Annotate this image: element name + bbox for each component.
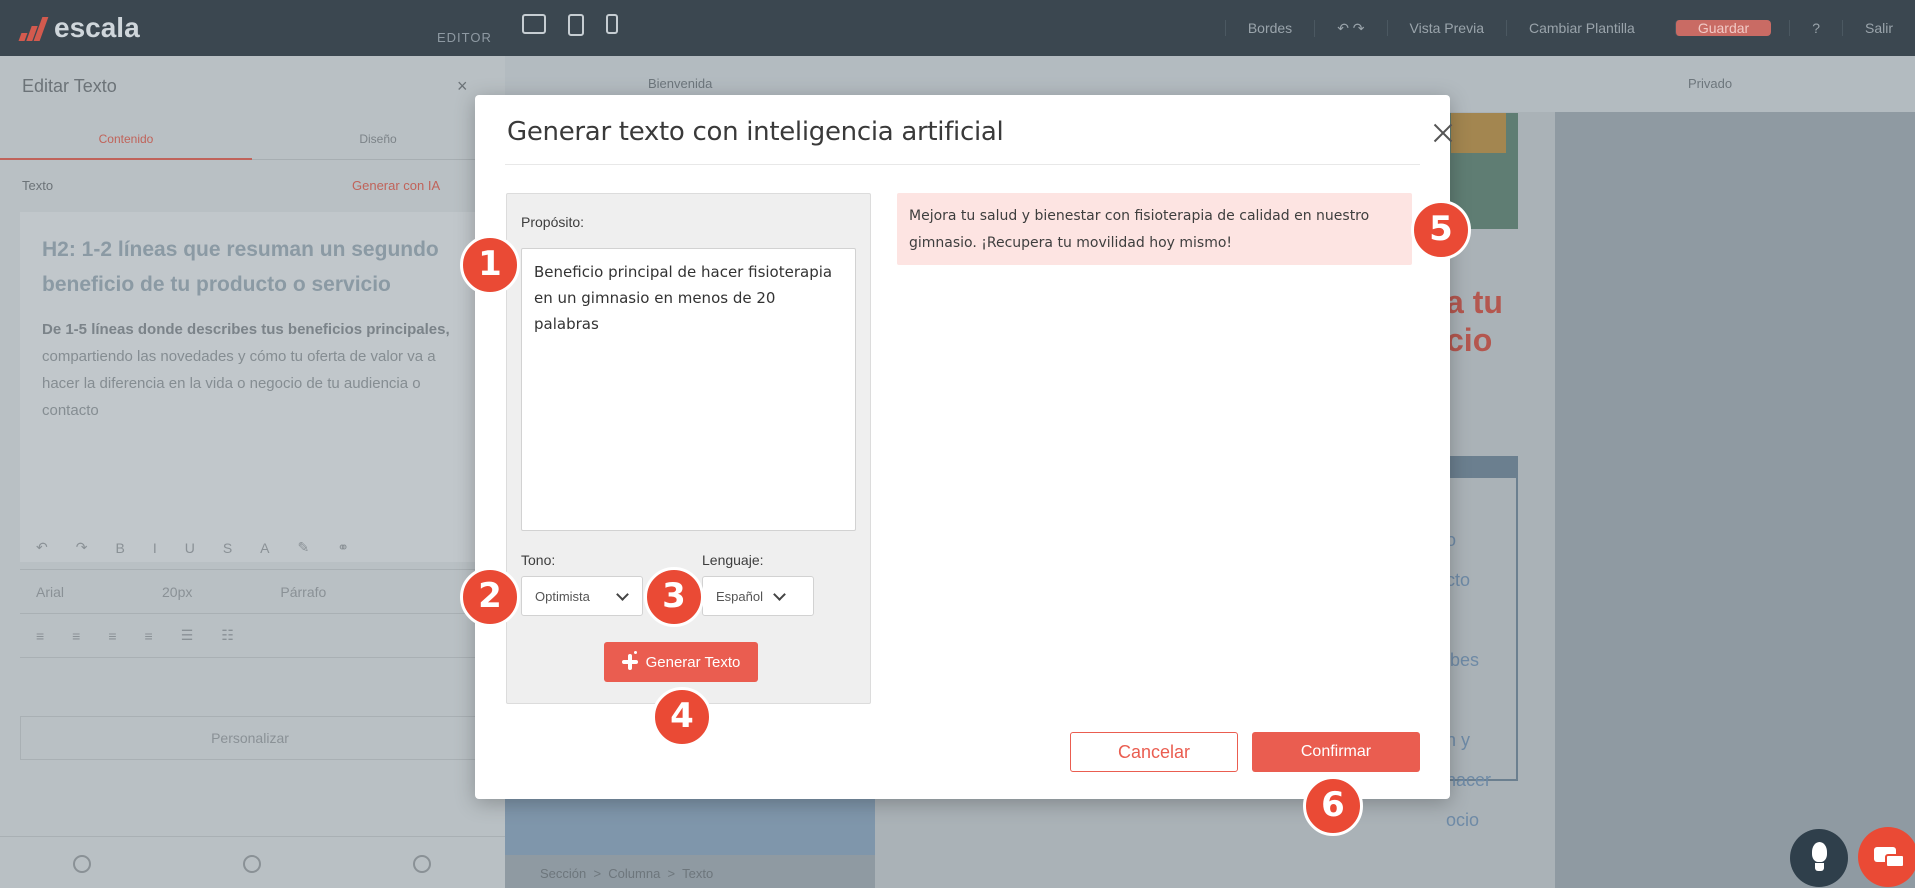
undo-redo[interactable]: ↶ ↷	[1314, 19, 1386, 37]
bold-icon[interactable]: B	[115, 540, 124, 556]
customize-button[interactable]: Personalizar	[20, 716, 480, 760]
edit-text-panel: Editar Texto × Contenido Diseño Texto Ge…	[0, 56, 505, 888]
logo: escala	[18, 12, 140, 44]
page-heading-fragment-2: cio	[1446, 322, 1493, 358]
page-name: Bienvenida	[648, 76, 713, 91]
cancel-button[interactable]: Cancelar	[1070, 732, 1238, 772]
help-icon[interactable]: ?	[1789, 20, 1842, 36]
mobile-icon[interactable]	[606, 14, 618, 34]
justify-icon[interactable]: ≡	[145, 628, 153, 644]
italic-icon[interactable]: I	[153, 540, 157, 556]
underline-icon[interactable]: U	[185, 540, 195, 556]
toolbar-row-3: ≡ ≡ ≡ ≡ ☰ ☷	[20, 614, 480, 658]
chevron-down-icon	[616, 588, 629, 601]
editor-heading: H2: 1-2 líneas que resuman un segundo be…	[42, 238, 439, 296]
settings-icon[interactable]	[243, 855, 261, 873]
close-icon[interactable]	[1432, 122, 1454, 144]
tone-label: Tono:	[521, 552, 556, 568]
modal-header: Generar texto con inteligencia artificia…	[505, 95, 1420, 165]
page-box-text: o cto ibes n y hacer ocio	[1446, 530, 1492, 830]
toolbar-row-2: Arial 20px Párrafo	[20, 570, 480, 614]
align-left-icon[interactable]: ≡	[36, 628, 44, 644]
tablet-icon[interactable]	[568, 14, 584, 36]
page-heading-fragment-1: a tu	[1446, 284, 1503, 320]
generate-text-button[interactable]: Generar Texto	[604, 642, 758, 682]
step-marker-6: 6	[1303, 776, 1363, 836]
paragraph-select[interactable]: Párrafo	[280, 584, 326, 600]
ordered-list-icon[interactable]: ☷	[221, 627, 234, 644]
top-bar: escala EDITOR Bordes ↶ ↷ Vista Previa Ca…	[0, 0, 1915, 56]
font-size-select[interactable]: 20px	[162, 584, 192, 600]
save-button[interactable]: Guardar	[1674, 20, 1772, 36]
exit-button[interactable]: Salir	[1841, 20, 1915, 36]
tab-design[interactable]: Diseño	[252, 132, 504, 146]
top-nav: Bordes ↶ ↷ Vista Previa Cambiar Plantill…	[1224, 0, 1915, 56]
visibility-status[interactable]: Privado	[1688, 76, 1732, 91]
logo-mark-icon	[18, 15, 49, 41]
desktop-icon[interactable]	[522, 14, 546, 34]
sparkle-icon	[621, 651, 638, 670]
language-select[interactable]: Español	[702, 576, 814, 616]
font-select[interactable]: Arial	[36, 584, 64, 600]
step-marker-2: 2	[460, 567, 520, 627]
text-editor[interactable]: H2: 1-2 líneas que resuman un segundo be…	[20, 212, 480, 562]
confirm-button[interactable]: Confirmar	[1252, 732, 1420, 772]
breadcrumb: Sección > Columna > Texto	[540, 866, 714, 881]
editor-body-rest: compartiendo las novedades y cómo tu ofe…	[42, 348, 436, 419]
step-marker-3: 3	[644, 567, 704, 627]
tab-content[interactable]: Contenido	[0, 132, 252, 160]
text-label: Texto	[22, 178, 54, 193]
language-label: Lenguaje:	[702, 552, 764, 568]
generated-result: Mejora tu salud y bienestar con fisioter…	[897, 193, 1412, 265]
tone-select[interactable]: Optimista	[521, 576, 643, 616]
editor-body: De 1-5 líneas donde describes tus benefi…	[42, 316, 458, 424]
prompt-form: Propósito: Beneficio principal de hacer …	[506, 193, 871, 704]
list-icon[interactable]: ☰	[181, 627, 194, 644]
panel-title: Editar Texto	[22, 76, 117, 96]
panel-footer	[0, 836, 505, 888]
format-toolbar: ↶ ↷ B I U S A ✎ ⚭ Arial 20px Párrafo ≡ ≡…	[20, 526, 480, 686]
generate-text-label: Generar Texto	[645, 653, 741, 671]
borders-toggle[interactable]: Bordes	[1224, 20, 1314, 36]
step-marker-1: 1	[460, 235, 520, 295]
purpose-textarea[interactable]: Beneficio principal de hacer fisioterapi…	[521, 248, 856, 531]
modal-title: Generar texto con inteligencia artificia…	[507, 117, 1004, 147]
ai-text-modal: Generar texto con inteligencia artificia…	[475, 95, 1450, 799]
logo-text: escala	[54, 12, 140, 43]
help-circle-icon[interactable]	[413, 855, 431, 873]
page-selected-box-bar	[1440, 456, 1518, 478]
tone-value: Optimista	[535, 589, 590, 604]
toolbar-row-1: ↶ ↷ B I U S A ✎ ⚭	[20, 526, 480, 570]
align-center-icon[interactable]: ≡	[72, 628, 80, 644]
step-marker-5: 5	[1411, 200, 1471, 260]
highlight-icon[interactable]: ✎	[298, 539, 310, 556]
editor-body-bold: De 1-5 líneas donde describes tus benefi…	[42, 321, 450, 338]
preview-button[interactable]: Vista Previa	[1386, 20, 1506, 36]
link-icon[interactable]: ⚭	[337, 539, 349, 556]
undo-icon[interactable]: ↶	[36, 539, 48, 556]
step-marker-4: 4	[652, 687, 712, 747]
change-template-button[interactable]: Cambiar Plantilla	[1506, 20, 1657, 36]
panel-close-icon[interactable]: ×	[457, 76, 468, 97]
font-color-icon[interactable]: A	[260, 540, 269, 556]
device-switcher	[522, 14, 618, 36]
chevron-down-icon	[773, 588, 786, 601]
generate-ai-link[interactable]: Generar con IA	[352, 178, 440, 193]
align-right-icon[interactable]: ≡	[108, 628, 116, 644]
redo-icon[interactable]: ↷	[76, 539, 88, 556]
strikethrough-icon[interactable]: S	[223, 540, 232, 556]
editor-tag: EDITOR	[437, 30, 492, 45]
layers-icon[interactable]	[73, 855, 91, 873]
lightbulb-icon[interactable]	[1790, 829, 1848, 887]
purpose-label: Propósito:	[521, 214, 585, 230]
chat-icon[interactable]	[1858, 827, 1915, 887]
panel-tabs: Contenido Diseño	[0, 120, 505, 160]
language-value: Español	[716, 589, 763, 604]
